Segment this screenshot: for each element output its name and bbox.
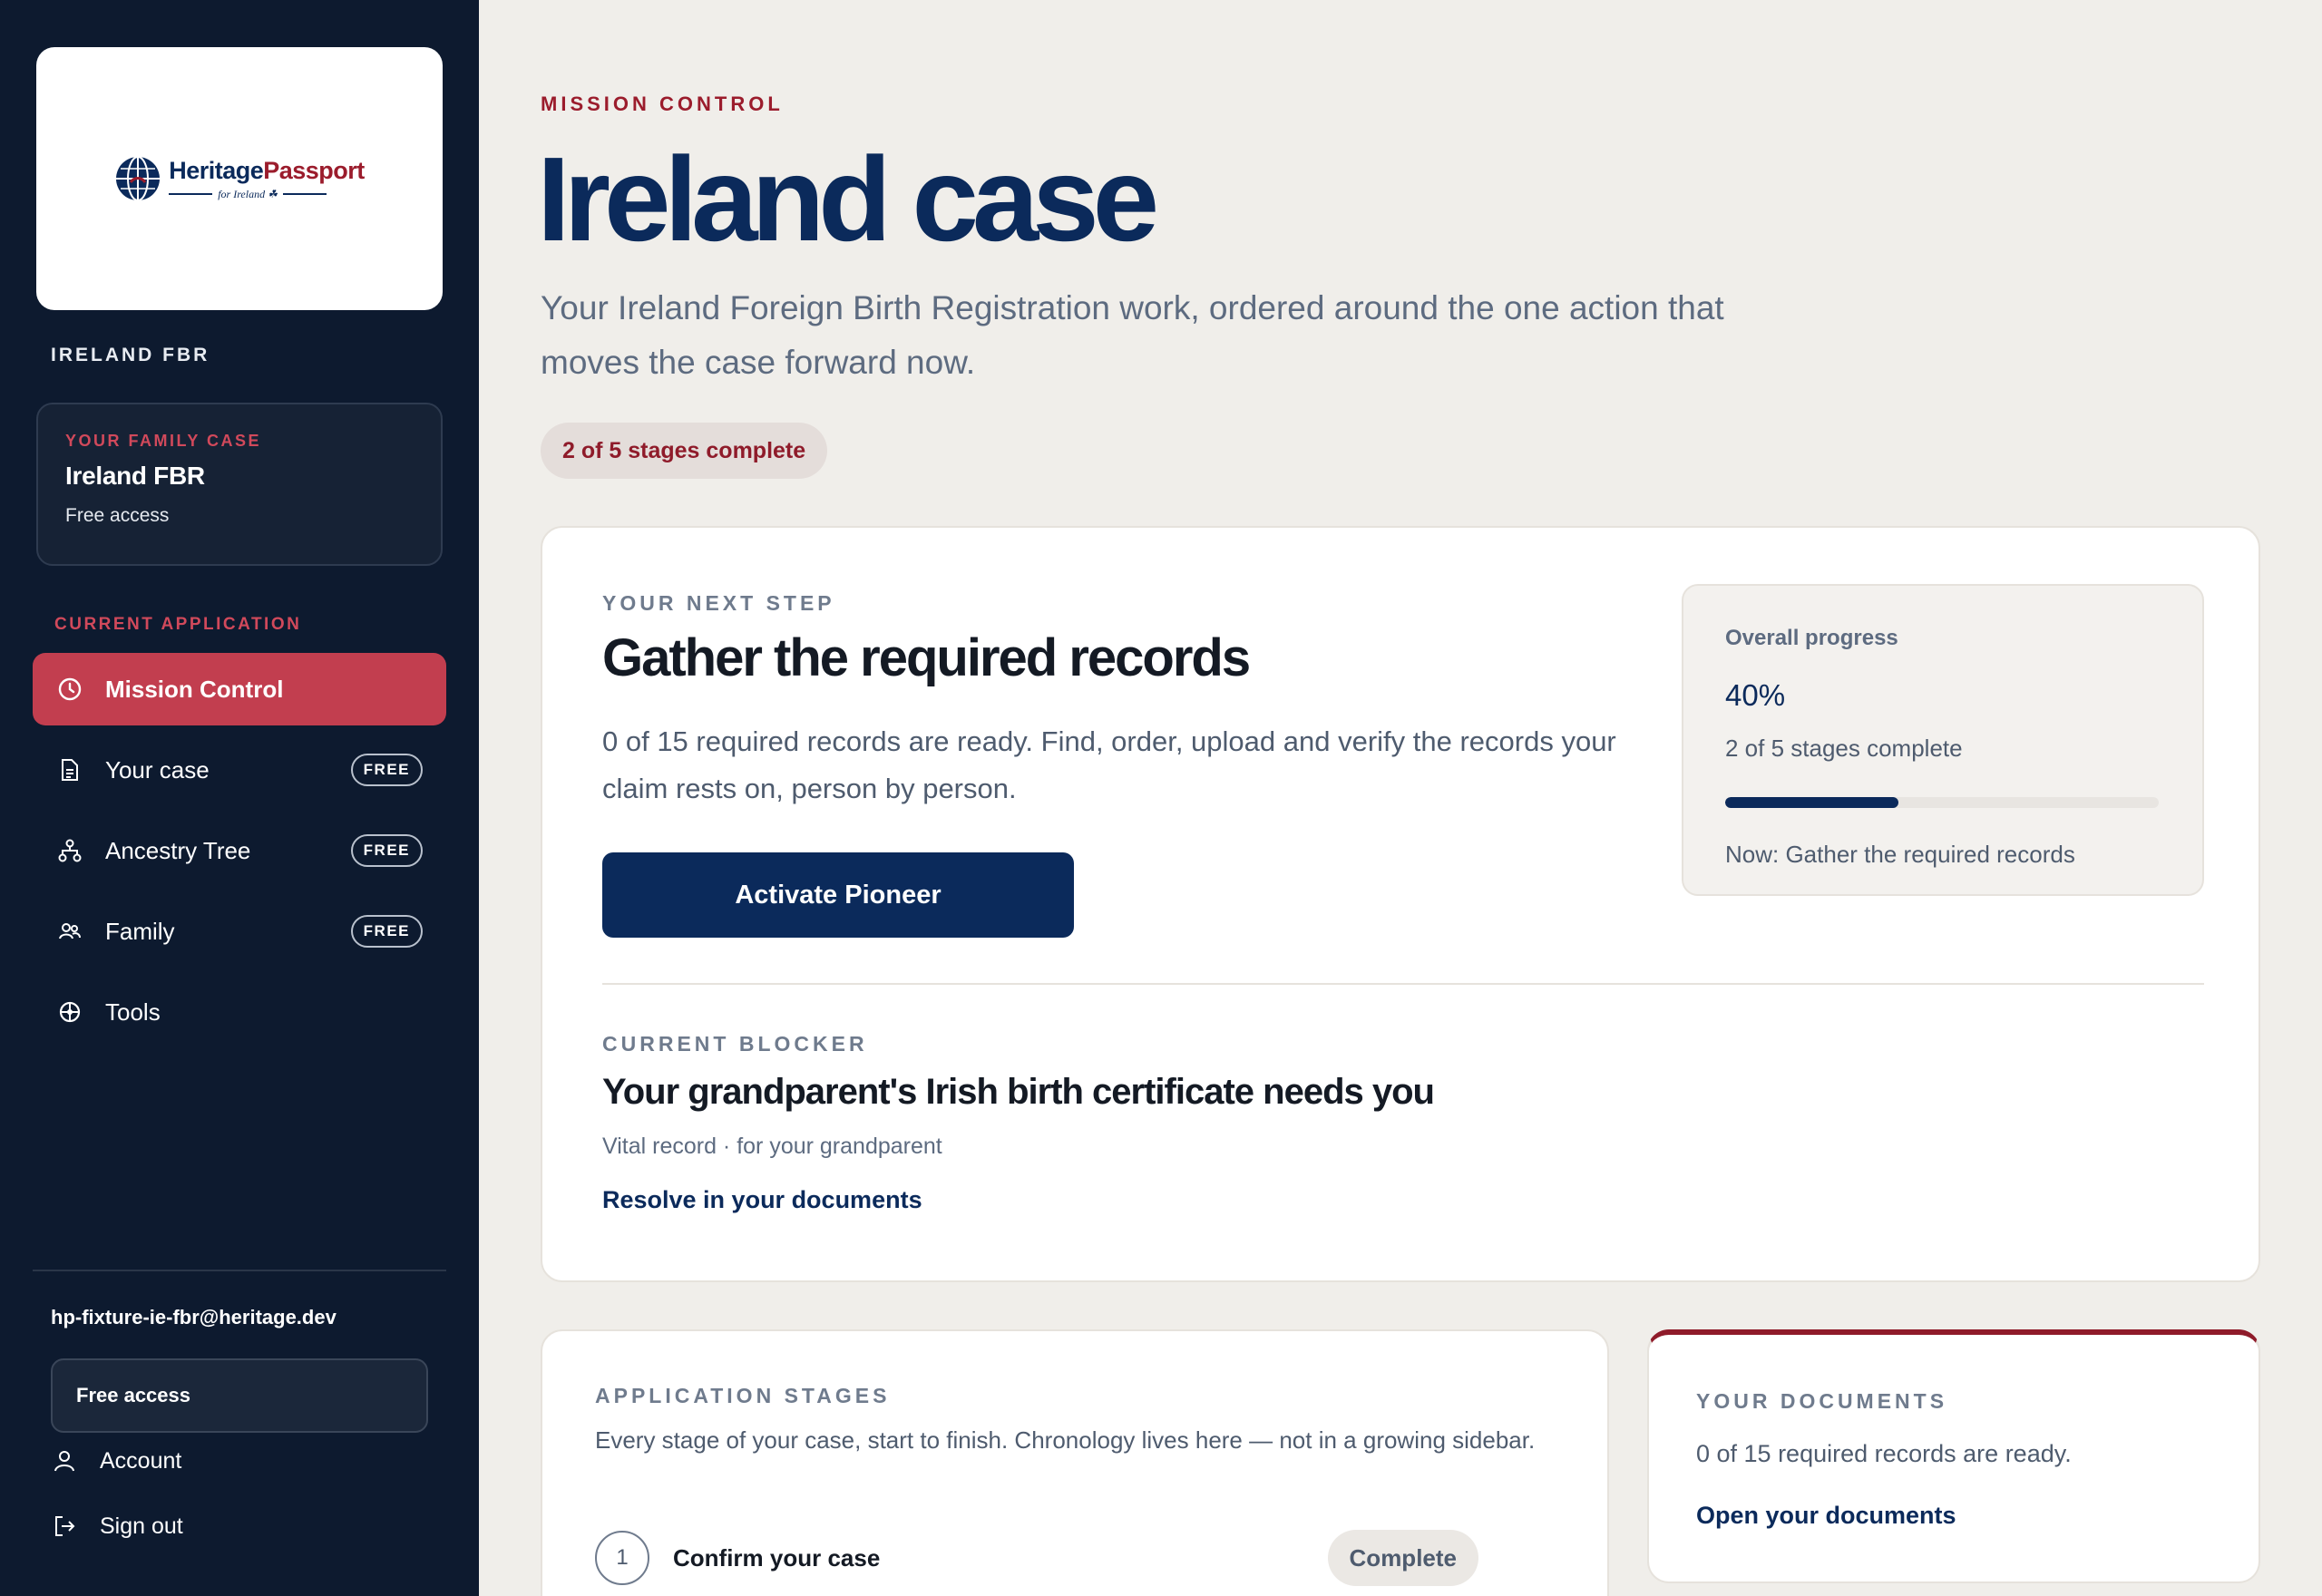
sidebar-item-label: Ancestry Tree: [105, 836, 251, 864]
plan-button[interactable]: Free access: [51, 1358, 428, 1433]
family-case-label: YOUR FAMILY CASE: [65, 432, 262, 450]
logo: HeritagePassport for Ireland ☘: [114, 155, 365, 202]
sidebar-divider: [33, 1270, 446, 1271]
next-step-description: 0 of 15 required records are ready. Find…: [602, 725, 1616, 804]
resolve-documents-link[interactable]: Resolve in your documents: [602, 1186, 922, 1214]
documents-description: 0 of 15 required records are ready.: [1696, 1440, 2072, 1467]
free-badge: FREE: [350, 915, 423, 948]
logo-tagline: for Ireland ☘: [169, 188, 365, 201]
progress-now-text: Now: Gather the required records: [1725, 841, 2075, 868]
user-email: hp-fixture-ie-fbr@heritage.dev: [51, 1306, 337, 1328]
free-badge: FREE: [350, 754, 423, 786]
sidebar-item-label: Mission Control: [105, 675, 284, 703]
globe-logo-icon: [116, 156, 161, 201]
clock-icon: [56, 676, 83, 703]
documents-card: YOUR DOCUMENTS 0 of 15 required records …: [1647, 1329, 2260, 1583]
stages-label: APPLICATION STAGES: [595, 1384, 891, 1407]
account-label: Account: [100, 1447, 182, 1474]
next-step-label: YOUR NEXT STEP: [602, 591, 835, 615]
blocker-title: Your grandparent's Irish birth certifica…: [602, 1072, 1435, 1112]
sidebar-item-label: Family: [105, 917, 175, 945]
stages-description: Every stage of your case, start to finis…: [595, 1426, 1536, 1454]
sign-out-link[interactable]: Sign out: [51, 1513, 183, 1540]
progress-percent: 40%: [1725, 678, 1786, 712]
activate-pioneer-button[interactable]: Activate Pioneer: [602, 852, 1074, 938]
logo-card[interactable]: HeritagePassport for Ireland ☘: [36, 47, 443, 310]
free-badge: FREE: [350, 834, 423, 867]
progress-bar-fill: [1725, 797, 1899, 808]
product-label: IRELAND FBR: [51, 345, 210, 365]
progress-bar: [1725, 797, 2159, 808]
sidebar-item-family[interactable]: Family FREE: [33, 895, 446, 968]
page-title: Ireland case: [537, 132, 1159, 266]
page-eyebrow: MISSION CONTROL: [541, 92, 784, 115]
sidebar-nav: Mission Control Your case FREE Ancestry …: [33, 653, 446, 1056]
sidebar-item-label: Your case: [105, 755, 210, 783]
stage-status-badge: Complete: [1327, 1530, 1478, 1586]
sidebar-item-mission-control[interactable]: Mission Control: [33, 653, 446, 725]
account-link[interactable]: Account: [51, 1447, 181, 1474]
user-icon: [51, 1447, 78, 1474]
tree-icon: [56, 837, 83, 864]
sign-out-icon: [51, 1513, 78, 1540]
family-case-card[interactable]: YOUR FAMILY CASE Ireland FBR Free access: [36, 403, 443, 566]
people-icon: [56, 918, 83, 945]
sidebar-item-your-case[interactable]: Your case FREE: [33, 734, 446, 806]
progress-stages-text: 2 of 5 stages complete: [1725, 735, 1963, 762]
family-case-access: Free access: [65, 505, 170, 526]
page-description: Your Ireland Foreign Birth Registration …: [541, 289, 1724, 381]
current-application-label: CURRENT APPLICATION: [54, 615, 302, 634]
overall-progress-panel: Overall progress 40% 2 of 5 stages compl…: [1682, 584, 2204, 896]
stages-complete-pill: 2 of 5 stages complete: [541, 423, 828, 479]
open-documents-link[interactable]: Open your documents: [1696, 1502, 1956, 1530]
stage-number: 1: [595, 1531, 649, 1585]
sidebar-item-ancestry-tree[interactable]: Ancestry Tree FREE: [33, 814, 446, 887]
documents-label: YOUR DOCUMENTS: [1696, 1389, 1948, 1413]
document-icon: [56, 756, 83, 783]
next-step-title: Gather the required records: [602, 628, 1251, 687]
logo-wordmark: HeritagePassport: [169, 156, 365, 184]
sidebar-item-tools[interactable]: Tools: [33, 976, 446, 1048]
sign-out-label: Sign out: [100, 1513, 183, 1539]
next-step-card: YOUR NEXT STEP Gather the required recor…: [541, 526, 2260, 1282]
application-stages-card: APPLICATION STAGES Every stage of your c…: [541, 1329, 1609, 1596]
blocker-subtitle: Vital record · for your grandparent: [602, 1134, 942, 1159]
sidebar-item-label: Tools: [105, 998, 161, 1026]
tools-icon: [56, 998, 83, 1026]
progress-label: Overall progress: [1725, 626, 1898, 650]
card-divider: [602, 983, 2204, 985]
blocker-label: CURRENT BLOCKER: [602, 1032, 868, 1056]
sidebar: HeritagePassport for Ireland ☘ IRELAND F…: [0, 0, 479, 1596]
stage-row[interactable]: 1 Confirm your case Complete: [595, 1529, 1478, 1587]
family-case-title: Ireland FBR: [65, 462, 205, 490]
stage-name: Confirm your case: [673, 1543, 881, 1572]
